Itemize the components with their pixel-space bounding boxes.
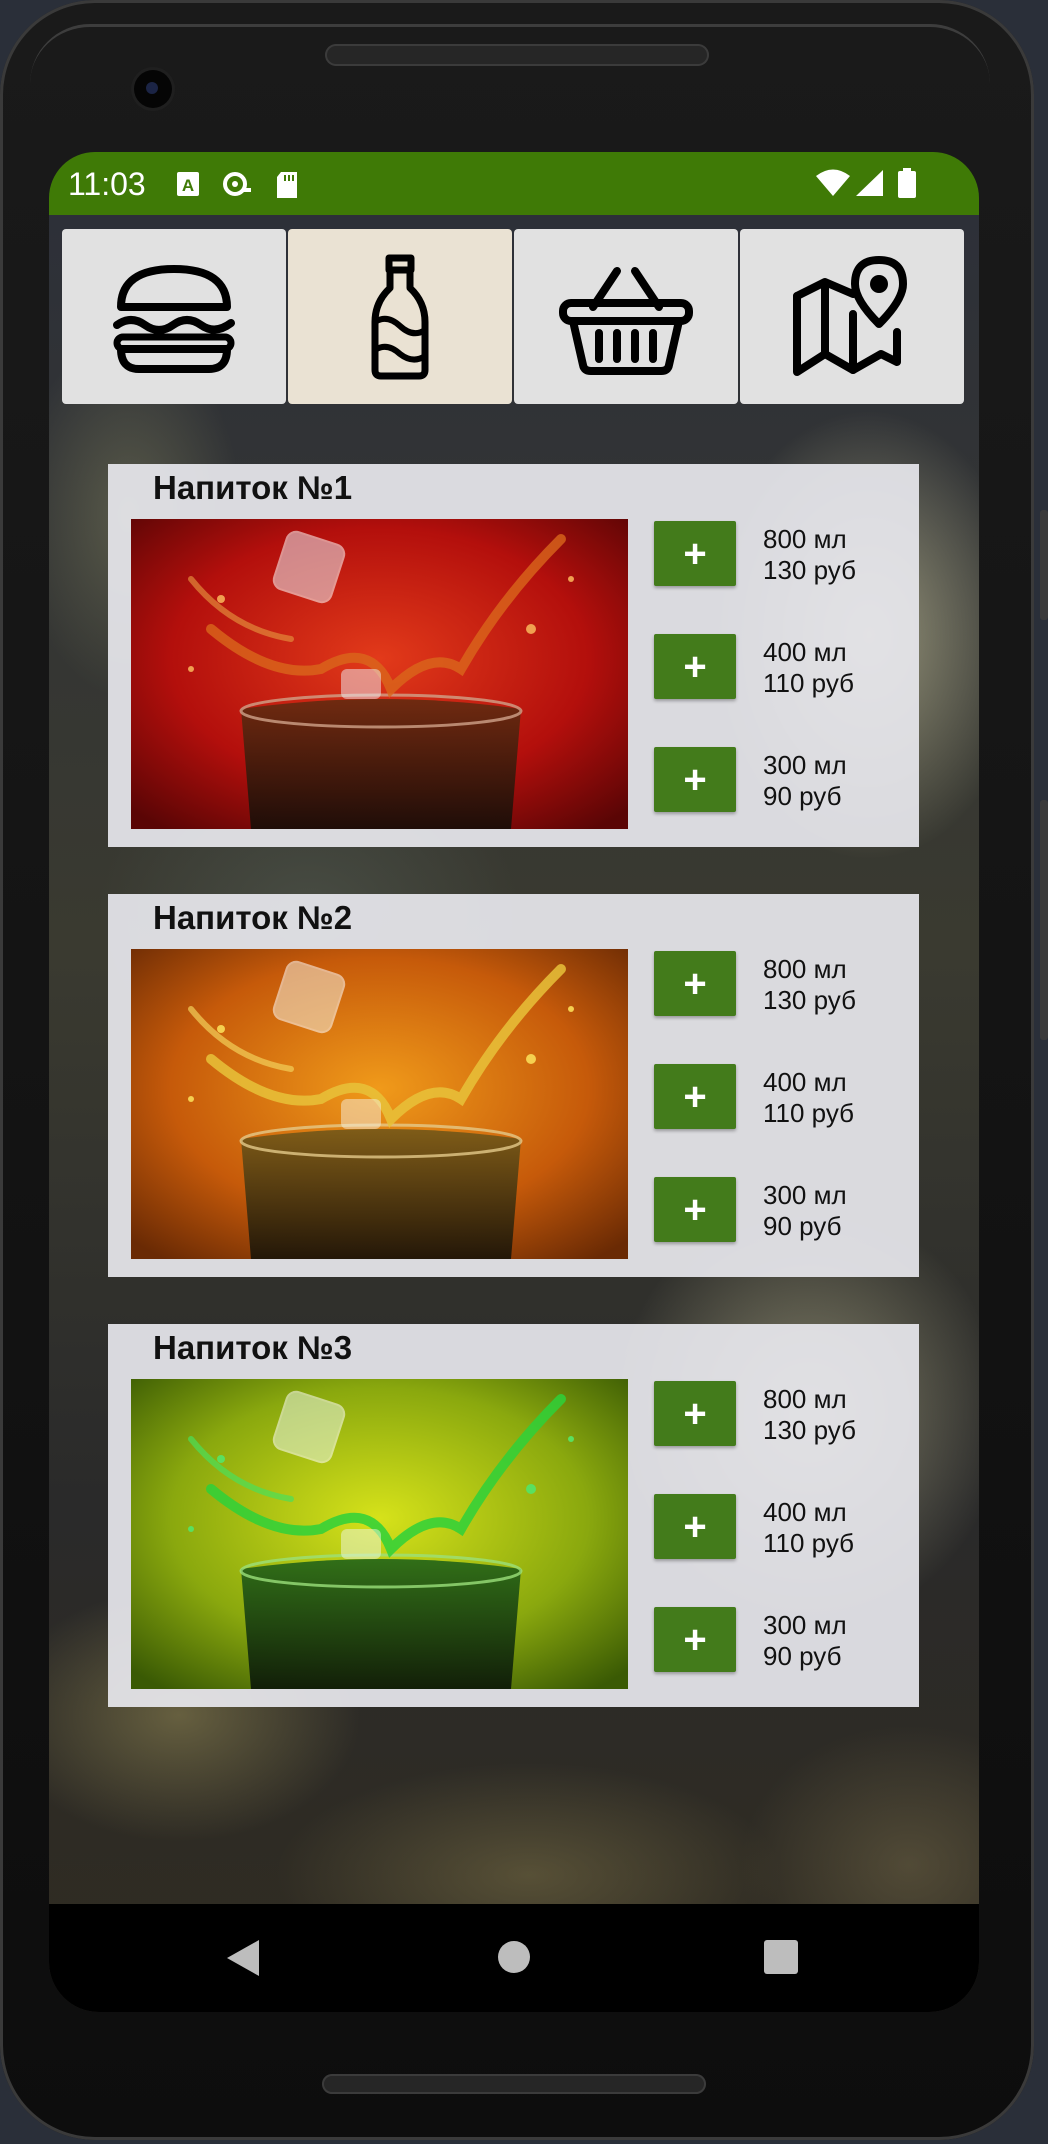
recents-icon[interactable] bbox=[764, 1940, 798, 1974]
option-volume: 800 мл bbox=[763, 1384, 847, 1414]
size-option: + 800 мл 130 руб bbox=[654, 1381, 914, 1451]
option-volume: 400 мл bbox=[763, 637, 847, 667]
option-price: 110 руб bbox=[763, 1528, 855, 1558]
drink-title: Напиток №1 bbox=[153, 469, 353, 506]
home-icon[interactable] bbox=[497, 1940, 531, 1974]
drink-image bbox=[131, 1379, 628, 1689]
drink-card-3: Напиток №3 + 800 мл 130 руб + 400 мл 110… bbox=[108, 1324, 919, 1707]
option-volume: 400 мл bbox=[763, 1497, 847, 1527]
size-option: + 800 мл 130 руб bbox=[654, 951, 914, 1021]
svg-text:A: A bbox=[182, 176, 194, 195]
tab-map[interactable] bbox=[740, 229, 964, 404]
drink-title: Напиток №3 bbox=[153, 1329, 353, 1366]
add-button[interactable]: + bbox=[654, 951, 736, 1016]
option-volume: 300 мл bbox=[763, 1610, 847, 1640]
battery-icon bbox=[897, 168, 917, 203]
tab-burgers[interactable] bbox=[62, 229, 286, 404]
text-a-icon: A bbox=[176, 171, 200, 202]
option-price: 90 руб bbox=[763, 1211, 842, 1241]
size-option: + 300 мл 90 руб bbox=[654, 747, 914, 817]
option-volume: 800 мл bbox=[763, 524, 847, 554]
size-option: + 300 мл 90 руб bbox=[654, 1177, 914, 1247]
add-button[interactable]: + bbox=[654, 1064, 736, 1129]
signal-icon bbox=[855, 169, 885, 202]
drink-card-1: Напиток №1 + 800 мл 130 руб + 400 мл 110… bbox=[108, 464, 919, 847]
size-option: + 300 мл 90 руб bbox=[654, 1607, 914, 1677]
add-button[interactable]: + bbox=[654, 1381, 736, 1446]
drink-card-2: Напиток №2 + 800 мл 130 руб + 400 мл 110… bbox=[108, 894, 919, 1277]
option-price: 90 руб bbox=[763, 781, 842, 811]
add-button[interactable]: + bbox=[654, 1494, 736, 1559]
basket-icon bbox=[559, 266, 693, 375]
sync-icon bbox=[221, 171, 253, 202]
tab-cart[interactable] bbox=[514, 229, 738, 404]
option-volume: 300 мл bbox=[763, 1180, 847, 1210]
option-volume: 800 мл bbox=[763, 954, 847, 984]
sd-card-icon bbox=[275, 171, 299, 204]
drink-image bbox=[131, 519, 628, 829]
drink-image bbox=[131, 949, 628, 1259]
option-price: 110 руб bbox=[763, 1098, 855, 1128]
add-button[interactable]: + bbox=[654, 634, 736, 699]
size-option: + 400 мл 110 руб bbox=[654, 1064, 914, 1134]
size-option: + 400 мл 110 руб bbox=[654, 634, 914, 704]
status-bar: 11:03 A bbox=[49, 152, 979, 215]
app-screen: 11:03 A Напиток №1 + 800 мл 130 руб + 40… bbox=[49, 152, 979, 2012]
power-button bbox=[1040, 800, 1048, 1040]
system-nav-bar bbox=[49, 1904, 979, 2012]
option-price: 130 руб bbox=[763, 1415, 856, 1445]
add-button[interactable]: + bbox=[654, 747, 736, 812]
option-volume: 400 мл bbox=[763, 1067, 847, 1097]
bottom-speaker bbox=[322, 2074, 706, 2094]
size-option: + 800 мл 130 руб bbox=[654, 521, 914, 591]
add-button[interactable]: + bbox=[654, 521, 736, 586]
option-price: 90 руб bbox=[763, 1641, 842, 1671]
status-time: 11:03 bbox=[68, 166, 146, 202]
drink-title: Напиток №2 bbox=[153, 899, 353, 936]
option-price: 130 руб bbox=[763, 555, 856, 585]
map-pin-icon bbox=[793, 255, 907, 376]
size-option: + 400 мл 110 руб bbox=[654, 1494, 914, 1564]
option-volume: 300 мл bbox=[763, 750, 847, 780]
add-button[interactable]: + bbox=[654, 1177, 736, 1242]
volume-button bbox=[1040, 510, 1048, 620]
bottle-icon bbox=[371, 254, 429, 379]
option-price: 130 руб bbox=[763, 985, 856, 1015]
front-camera-icon bbox=[134, 70, 172, 108]
burger-icon bbox=[113, 264, 235, 373]
back-icon[interactable] bbox=[225, 1938, 261, 1978]
category-tabs bbox=[62, 229, 966, 404]
wifi-icon bbox=[815, 169, 851, 202]
tab-drinks[interactable] bbox=[288, 229, 512, 404]
option-price: 110 руб bbox=[763, 668, 855, 698]
earpiece-speaker bbox=[325, 44, 709, 66]
add-button[interactable]: + bbox=[654, 1607, 736, 1672]
